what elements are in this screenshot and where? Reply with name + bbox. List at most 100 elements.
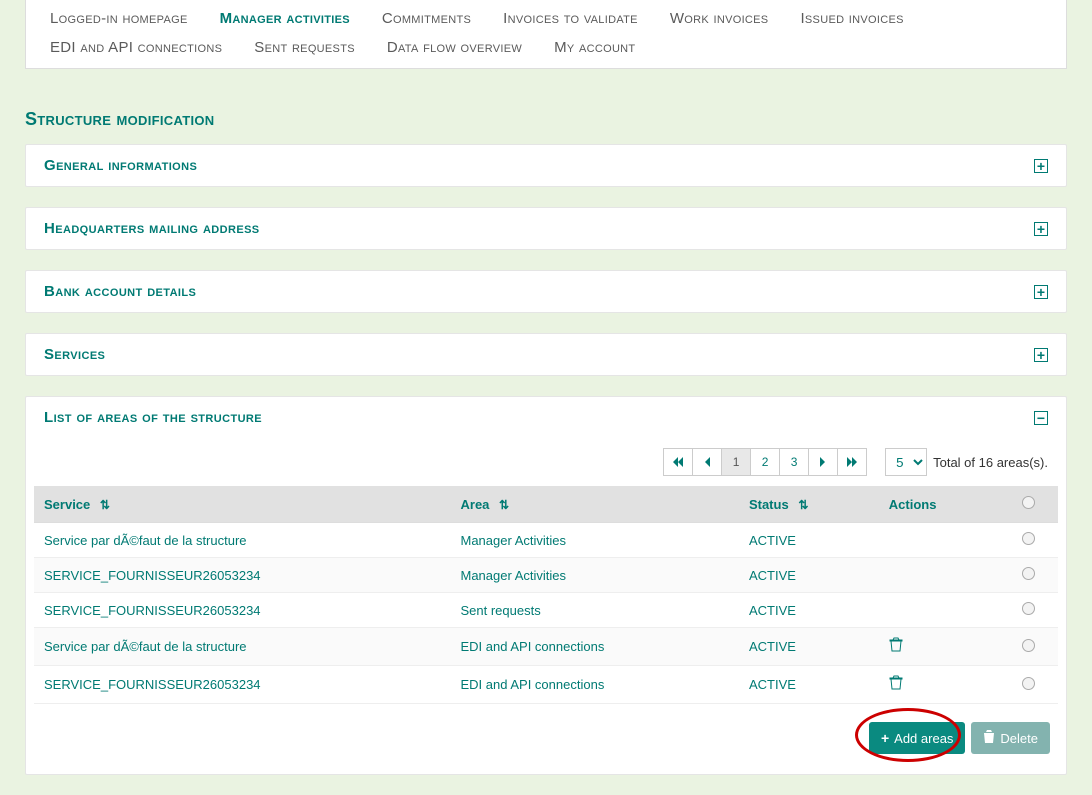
top-nav: Logged-in homepage Manager activities Co… (25, 0, 1067, 69)
col-header-status-label: Status (749, 497, 789, 512)
select-all-checkbox[interactable] (1022, 496, 1035, 509)
col-header-area[interactable]: Area ⇅ (451, 486, 739, 523)
delete-button-label: Delete (1000, 731, 1038, 746)
cell-status: ACTIVE (739, 628, 879, 666)
nav-edi-api[interactable]: EDI and API connections (34, 35, 238, 60)
cell-service[interactable]: Service par dÃ©faut de la structure (34, 523, 451, 558)
pager-page-2[interactable]: 2 (750, 448, 780, 476)
row-checkbox[interactable] (1022, 639, 1035, 652)
col-header-actions: Actions (879, 486, 998, 523)
row-checkbox[interactable] (1022, 567, 1035, 580)
cell-service[interactable]: SERVICE_FOURNISSEUR26053234 (34, 666, 451, 704)
panel-hq-header[interactable]: Headquarters mailing address + (26, 208, 1066, 249)
pager-row: 1 2 3 5 Total of 16 areas(s). (34, 438, 1058, 482)
areas-table: Service ⇅ Area ⇅ Status ⇅ Actions (34, 486, 1058, 704)
cell-status: ACTIVE (739, 593, 879, 628)
nav-manager-activities[interactable]: Manager activities (204, 6, 366, 31)
pager-last-icon[interactable] (837, 448, 867, 476)
panel-headquarters: Headquarters mailing address + (25, 207, 1067, 250)
panel-hq-title: Headquarters mailing address (44, 220, 260, 237)
pager: 1 2 3 (664, 448, 867, 476)
trash-icon (983, 730, 995, 746)
cell-select[interactable] (998, 628, 1058, 666)
cell-actions (879, 628, 998, 666)
table-row: SERVICE_FOURNISSEUR26053234EDI and API c… (34, 666, 1058, 704)
nav-data-flow[interactable]: Data flow overview (371, 35, 538, 60)
cell-area[interactable]: EDI and API connections (451, 628, 739, 666)
expand-icon[interactable]: + (1034, 159, 1048, 173)
table-row: Service par dÃ©faut de la structureManag… (34, 523, 1058, 558)
cell-area[interactable]: EDI and API connections (451, 666, 739, 704)
panel-general-title: General informations (44, 157, 197, 174)
panel-services: Services + (25, 333, 1067, 376)
cell-actions (879, 558, 998, 593)
nav-row-1: Logged-in homepage Manager activities Co… (34, 6, 1058, 31)
panel-general-header[interactable]: General informations + (26, 145, 1066, 186)
col-header-area-label: Area (461, 497, 490, 512)
collapse-icon[interactable]: − (1034, 411, 1048, 425)
expand-icon[interactable]: + (1034, 348, 1048, 362)
panel-bank-header[interactable]: Bank account details + (26, 271, 1066, 312)
cell-select[interactable] (998, 666, 1058, 704)
cell-service[interactable]: SERVICE_FOURNISSEUR26053234 (34, 558, 451, 593)
cell-service[interactable]: Service par dÃ©faut de la structure (34, 628, 451, 666)
row-checkbox[interactable] (1022, 602, 1035, 615)
page-size-select[interactable]: 5 (885, 448, 927, 476)
nav-logged-in-homepage[interactable]: Logged-in homepage (34, 6, 204, 31)
panel-areas: List of areas of the structure − 1 2 3 (25, 396, 1067, 775)
table-row: SERVICE_FOURNISSEUR26053234Sent requests… (34, 593, 1058, 628)
plus-icon (881, 730, 889, 746)
cell-actions (879, 593, 998, 628)
expand-icon[interactable]: + (1034, 222, 1048, 236)
panel-general-informations: General informations + (25, 144, 1067, 187)
col-header-service[interactable]: Service ⇅ (34, 486, 451, 523)
pager-total-text: Total of 16 areas(s). (933, 455, 1048, 470)
nav-my-account[interactable]: My account (538, 35, 651, 60)
col-header-status[interactable]: Status ⇅ (739, 486, 879, 523)
cell-status: ACTIVE (739, 666, 879, 704)
page-title: Structure modification (25, 109, 1067, 130)
panel-areas-title: List of areas of the structure (44, 409, 262, 426)
cell-select[interactable] (998, 523, 1058, 558)
cell-actions (879, 523, 998, 558)
pager-prev-icon[interactable] (692, 448, 722, 476)
pager-page-1[interactable]: 1 (721, 448, 751, 476)
cell-select[interactable] (998, 593, 1058, 628)
col-header-select[interactable] (998, 486, 1058, 523)
cell-select[interactable] (998, 558, 1058, 593)
pager-page-3[interactable]: 3 (779, 448, 809, 476)
nav-invoices-to-validate[interactable]: Invoices to validate (487, 6, 654, 31)
add-areas-label: Add areas (894, 731, 953, 746)
sort-icon: ⇅ (798, 498, 808, 512)
nav-commitments[interactable]: Commitments (366, 6, 487, 31)
nav-sent-requests[interactable]: Sent requests (238, 35, 371, 60)
delete-button[interactable]: Delete (971, 722, 1050, 754)
nav-work-invoices[interactable]: Work invoices (654, 6, 785, 31)
table-row: SERVICE_FOURNISSEUR26053234Manager Activ… (34, 558, 1058, 593)
cell-status: ACTIVE (739, 523, 879, 558)
trash-icon[interactable] (889, 639, 903, 656)
cell-actions (879, 666, 998, 704)
trash-icon[interactable] (889, 677, 903, 694)
nav-row-2: EDI and API connections Sent requests Da… (34, 35, 1058, 60)
nav-issued-invoices[interactable]: Issued invoices (784, 6, 919, 31)
panel-areas-body: 1 2 3 5 Total of 16 areas(s). (26, 438, 1066, 774)
panel-areas-header[interactable]: List of areas of the structure − (26, 397, 1066, 438)
table-row: Service par dÃ©faut de la structureEDI a… (34, 628, 1058, 666)
panel-bank-title: Bank account details (44, 283, 196, 300)
cell-area[interactable]: Sent requests (451, 593, 739, 628)
sort-icon: ⇅ (100, 498, 110, 512)
pager-first-icon[interactable] (663, 448, 693, 476)
expand-icon[interactable]: + (1034, 285, 1048, 299)
row-checkbox[interactable] (1022, 677, 1035, 690)
action-button-row: Add areas Delete (34, 704, 1058, 758)
pager-next-icon[interactable] (808, 448, 838, 476)
cell-service[interactable]: SERVICE_FOURNISSEUR26053234 (34, 593, 451, 628)
panel-services-header[interactable]: Services + (26, 334, 1066, 375)
cell-area[interactable]: Manager Activities (451, 558, 739, 593)
cell-area[interactable]: Manager Activities (451, 523, 739, 558)
col-header-service-label: Service (44, 497, 90, 512)
row-checkbox[interactable] (1022, 532, 1035, 545)
panel-bank-details: Bank account details + (25, 270, 1067, 313)
add-areas-button[interactable]: Add areas (869, 722, 965, 754)
